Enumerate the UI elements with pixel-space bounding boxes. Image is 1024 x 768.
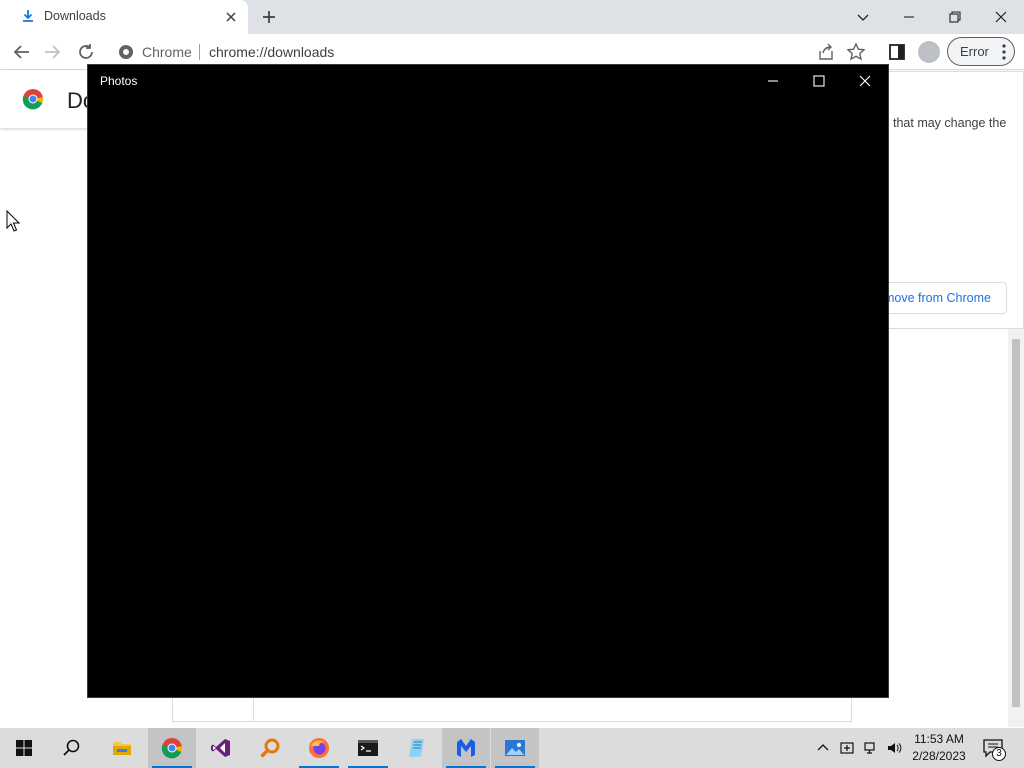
back-arrow-icon[interactable]	[11, 41, 33, 63]
terminal-icon	[358, 740, 378, 756]
tab-title: Downloads	[44, 9, 106, 23]
tab-search-chevron-icon[interactable]	[852, 6, 874, 28]
chrome-logo-icon	[22, 89, 44, 110]
share-icon[interactable]	[816, 42, 836, 62]
taskbar-search-app[interactable]	[246, 728, 294, 768]
taskbar-terminal[interactable]	[344, 728, 392, 768]
magnifier-app-icon	[260, 738, 280, 758]
scrollbar-thumb[interactable]	[1012, 339, 1020, 707]
start-button[interactable]	[0, 728, 48, 768]
more-menu-icon	[1002, 44, 1006, 60]
taskbar-photos[interactable]	[491, 728, 539, 768]
close-window-icon[interactable]	[990, 6, 1012, 28]
download-item-card-lower	[172, 697, 852, 722]
paper-app-icon	[409, 739, 424, 757]
bookmark-star-icon[interactable]	[846, 42, 866, 62]
reload-icon[interactable]	[75, 41, 97, 63]
network-icon[interactable]	[863, 740, 879, 756]
new-tab-icon[interactable]	[260, 8, 278, 26]
address-bar[interactable]: Chrome chrome://downloads	[108, 37, 878, 67]
clock-time: 11:53 AM	[914, 732, 964, 746]
minimize-icon[interactable]	[898, 6, 920, 28]
close-tab-icon[interactable]	[223, 9, 239, 25]
profile-avatar[interactable]	[918, 41, 940, 63]
page-scrollbar[interactable]	[1008, 329, 1024, 727]
photos-close-icon[interactable]	[855, 71, 875, 91]
download-warning-text: that may change the	[893, 116, 1007, 130]
chrome-site-icon	[119, 45, 133, 59]
clock-date: 2/28/2023	[912, 749, 966, 763]
taskbar-visual-studio[interactable]	[197, 728, 245, 768]
chrome-app-icon	[161, 738, 183, 759]
search-icon	[63, 739, 80, 756]
tab-strip: Downloads	[0, 0, 1024, 34]
photos-maximize-icon[interactable]	[809, 71, 829, 91]
taskbar: 11:53 AM 2/28/2023 3	[0, 728, 1024, 768]
taskbar-chrome[interactable]	[148, 728, 196, 768]
url-text[interactable]: chrome://downloads	[209, 44, 334, 60]
remove-from-chrome-button[interactable]: move from Chrome	[877, 282, 1007, 314]
malwarebytes-icon	[457, 739, 475, 757]
notification-count-badge: 3	[992, 747, 1006, 761]
forward-arrow-icon[interactable]	[41, 41, 63, 63]
photos-window-title: Photos	[100, 74, 138, 88]
volume-icon[interactable]	[886, 740, 902, 756]
folder-icon	[113, 742, 131, 755]
visual-studio-icon	[211, 739, 230, 757]
taskbar-clock[interactable]: 11:53 AM 2/28/2023	[904, 731, 974, 765]
taskbar-search-button[interactable]	[48, 728, 96, 768]
download-icon	[23, 10, 33, 22]
site-label: Chrome	[142, 44, 192, 60]
side-panel-icon[interactable]	[886, 41, 908, 63]
restore-icon[interactable]	[944, 6, 966, 28]
card-divider	[253, 697, 254, 721]
profile-error-label: Error	[960, 44, 989, 59]
profile-error-button[interactable]: Error	[947, 37, 1015, 66]
firefox-icon	[309, 738, 329, 758]
taskbar-malwarebytes[interactable]	[442, 728, 490, 768]
mouse-cursor-icon	[6, 210, 20, 232]
taskbar-firefox[interactable]	[295, 728, 343, 768]
security-tray-icon[interactable]	[839, 740, 855, 756]
tab-downloads[interactable]: Downloads	[0, 0, 248, 34]
remove-button-label: move from Chrome	[884, 291, 991, 305]
taskbar-paper-app[interactable]	[393, 728, 441, 768]
photos-window: Photos	[87, 64, 889, 698]
show-hidden-icons-chevron-icon[interactable]	[815, 740, 831, 756]
photos-minimize-icon[interactable]	[763, 71, 783, 91]
taskbar-file-explorer[interactable]	[98, 728, 146, 768]
photos-app-icon	[505, 740, 525, 756]
windows-logo-icon	[16, 740, 32, 756]
omnibox-divider	[199, 44, 200, 60]
